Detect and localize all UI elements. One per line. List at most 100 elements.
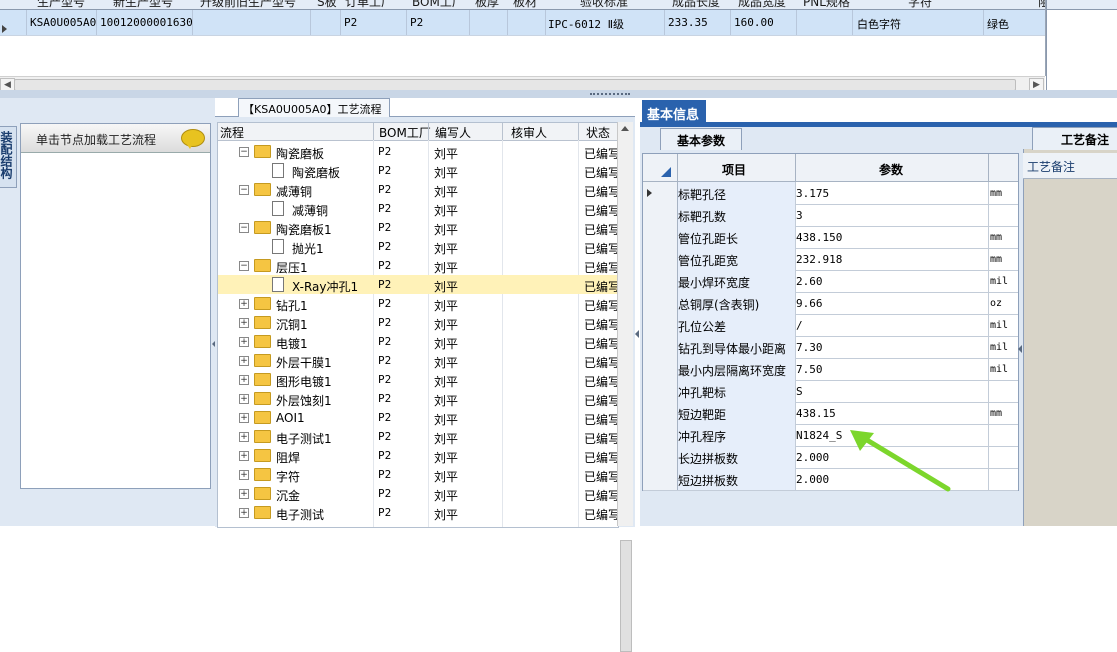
expand-node-icon[interactable]: + [239,432,249,442]
collapse-node-icon[interactable]: − [239,147,249,157]
tree-row[interactable]: − 陶瓷磨板 P2 刘平 已编写 [218,142,618,161]
param-row[interactable]: 管位孔距长 438.150 mm [643,226,1018,249]
param-row[interactable]: 最小内层隔离环宽度 7.50 mil [643,358,1018,381]
collapse-node-icon[interactable]: − [239,223,249,233]
tree-row[interactable]: + 图形电镀1 P2 刘平 已编写 [218,370,618,389]
row-header[interactable] [643,182,678,204]
col-header[interactable]: BOM工厂 [412,0,464,9]
param-value[interactable]: 9.66 [796,297,823,310]
col-header-bom[interactable]: BOM工厂 [379,124,431,141]
tree-row[interactable]: 陶瓷磨板 P2 刘平 已编写 [218,161,618,180]
tab-craft-note[interactable]: 工艺备注 [1032,127,1117,150]
collapse-node-icon[interactable]: − [239,261,249,271]
expand-node-icon[interactable]: + [239,394,249,404]
param-value[interactable]: 232.918 [796,253,842,266]
row-header[interactable] [643,446,678,468]
col-header-flow[interactable]: 流程 [220,124,244,141]
tree-row[interactable]: − 减薄铜 P2 刘平 已编写 [218,180,618,199]
col-header[interactable]: 板厚 [475,0,499,9]
tab-basic-info[interactable]: 基本信息 [642,100,706,123]
row-header[interactable] [643,248,678,270]
col-header[interactable]: 阻 [1038,0,1045,9]
param-row[interactable]: 长边拼板数 2.000 [643,446,1018,469]
param-row[interactable]: 冲孔靶标 S [643,380,1018,403]
col-header[interactable]: PNL规格 [803,0,850,9]
param-row[interactable]: 孔位公差 / mil [643,314,1018,337]
collapse-info-icon[interactable] [1018,345,1022,353]
tab-assembly-structure[interactable]: 装配结构 [0,126,17,188]
param-value[interactable]: 3.175 [796,187,829,200]
tree-row[interactable]: 减薄铜 P2 刘平 已编写 [218,199,618,218]
param-value[interactable]: 7.50 [796,363,823,376]
param-value[interactable]: S [796,385,803,398]
horizontal-splitter[interactable] [0,90,1117,98]
tab-basic-params[interactable]: 基本参数 [660,128,742,150]
col-header[interactable]: 新生产型号 [113,0,173,9]
col-header[interactable]: 板材 [513,0,537,9]
col-header[interactable]: 成品长度 [672,0,720,9]
table-row[interactable]: KSA0U005A0 10012000001630 P2 P2 IPC-6012… [0,10,1045,36]
row-header[interactable] [643,226,678,248]
row-header[interactable] [643,468,678,490]
tree-row[interactable]: 抛光1 P2 刘平 已编写 [218,237,618,256]
param-value[interactable]: 438.150 [796,231,842,244]
horizontal-scrollbar[interactable]: ◀ ▶ [0,76,1045,92]
row-header[interactable] [643,358,678,380]
row-header[interactable] [643,314,678,336]
tree-row[interactable]: + 沉金 P2 刘平 已编写 [218,484,618,503]
col-header-item[interactable]: 项目 [722,161,746,178]
col-header[interactable]: 验收标准 [580,0,628,9]
param-row[interactable]: 冲孔程序 N1824_S [643,424,1018,447]
tree-row[interactable]: + 电镀1 P2 刘平 已编写 [218,332,618,351]
expand-node-icon[interactable]: + [239,470,249,480]
splitter-grip[interactable] [590,93,630,97]
col-header-param[interactable]: 参数 [879,161,903,178]
row-header[interactable] [643,336,678,358]
tree-row[interactable]: + 电子测试 P2 刘平 已编写 [218,503,618,522]
row-header[interactable] [643,292,678,314]
flow-vertical-scrollbar[interactable] [617,122,633,652]
col-header-reviewer[interactable]: 核审人 [511,124,547,141]
tree-row[interactable]: + 外层蚀刻1 P2 刘平 已编写 [218,389,618,408]
param-value[interactable]: 7.30 [796,341,823,354]
expand-node-icon[interactable]: + [239,318,249,328]
col-header[interactable]: 升级前旧生产型号 [200,0,296,9]
tree-row[interactable]: − 层压1 P2 刘平 已编写 [218,256,618,275]
expand-node-icon[interactable]: + [239,489,249,499]
param-value[interactable]: / [796,319,803,332]
tree-row[interactable]: + AOI1 P2 刘平 已编写 [218,408,618,427]
tree-row[interactable]: + 外层干膜1 P2 刘平 已编写 [218,351,618,370]
param-value[interactable]: 2.000 [796,451,829,464]
expand-node-icon[interactable]: + [239,413,249,423]
collapse-node-icon[interactable]: − [239,185,249,195]
param-value[interactable]: 3 [796,209,803,222]
scroll-thumb[interactable] [620,540,632,652]
tree-row[interactable]: + 钻孔1 P2 刘平 已编写 [218,294,618,313]
col-header[interactable]: S板 [317,0,337,9]
param-row[interactable]: 钻孔到导体最小距离 7.30 mil [643,336,1018,359]
param-row[interactable]: 管位孔距宽 232.918 mm [643,248,1018,271]
tree-row[interactable]: + 字符 P2 刘平 已编写 [218,465,618,484]
expand-node-icon[interactable]: + [239,375,249,385]
tree-row[interactable]: X-Ray冲孔1 P2 刘平 已编写 [218,275,618,294]
col-header[interactable]: 成品宽度 [738,0,786,9]
row-header[interactable] [643,424,678,446]
expand-node-icon[interactable]: + [239,356,249,366]
param-value[interactable]: 2.60 [796,275,823,288]
row-header[interactable] [643,402,678,424]
param-value[interactable]: 438.15 [796,407,836,420]
scroll-up-icon[interactable] [621,126,629,131]
expand-node-icon[interactable]: + [239,451,249,461]
flow-title-tab[interactable]: 【KSA0U005A0】工艺流程 [238,98,390,117]
col-header[interactable]: 字符 [908,0,932,9]
row-header[interactable] [643,204,678,226]
tree-row[interactable]: + 阻焊 P2 刘平 已编写 [218,446,618,465]
param-row[interactable]: 标靶孔数 3 [643,204,1018,227]
param-row[interactable]: 短边拼板数 2.000 [643,468,1018,491]
param-row[interactable]: 总铜厚(含表铜) 9.66 oz [643,292,1018,315]
tree-row[interactable]: − 陶瓷磨板1 P2 刘平 已编写 [218,218,618,237]
tree-row[interactable]: + 沉铜1 P2 刘平 已编写 [218,313,618,332]
param-row[interactable]: 标靶孔径 3.175 mm [643,182,1018,205]
expand-node-icon[interactable]: + [239,299,249,309]
col-header-author[interactable]: 编写人 [435,124,471,141]
